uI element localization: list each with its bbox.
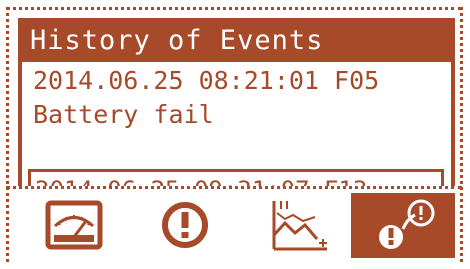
alarm-button[interactable] (135, 193, 235, 258)
device-display: History of Events 2014.06.25 08:21:01 F0… (0, 0, 470, 269)
icon-bar (18, 193, 455, 258)
meter-icon (45, 200, 103, 250)
next-event-item[interactable]: 2014.06.25 09:31:07 F13 (28, 169, 444, 186)
dotted-border-top (6, 7, 462, 10)
event-history-button[interactable] (351, 193, 455, 258)
next-event-text: 2014.06.25 09:31:07 F13 (35, 176, 367, 186)
dotted-divider (6, 186, 462, 189)
title-bar: History of Events (22, 22, 451, 62)
dotted-border-right (460, 7, 463, 262)
event-description: Battery fail (33, 100, 214, 129)
dotted-border-left (6, 7, 9, 262)
trend-button[interactable] (247, 193, 347, 258)
alarm-exclamation-icon (162, 202, 208, 248)
history-panel: History of Events 2014.06.25 08:21:01 F0… (18, 18, 455, 186)
meter-button[interactable] (24, 193, 124, 258)
trend-chart-icon (272, 201, 327, 251)
page-title: History of Events (30, 25, 324, 56)
event-datetime-code: 2014.06.25 08:21:01 F05 (33, 66, 380, 95)
event-history-icon (379, 199, 435, 249)
